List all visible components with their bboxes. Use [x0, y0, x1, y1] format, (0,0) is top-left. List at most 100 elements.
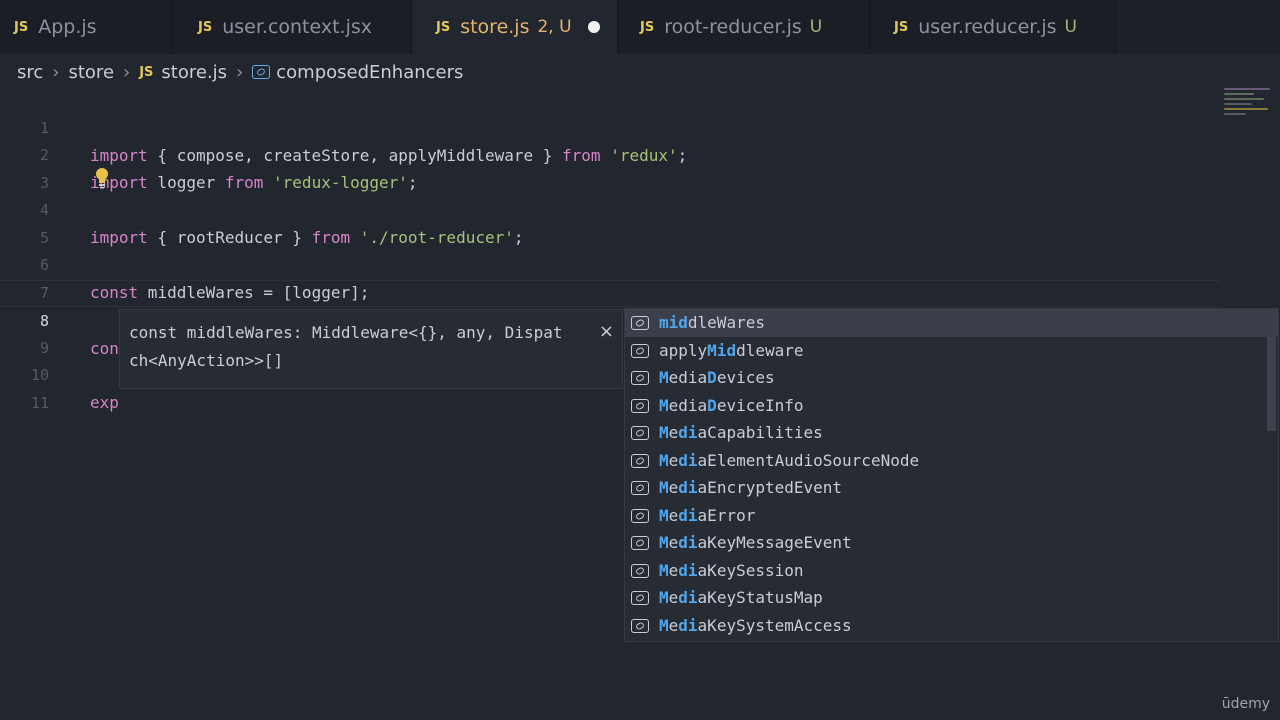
suggestion-text: e	[668, 588, 679, 607]
suggestion-match: M	[659, 588, 669, 607]
suggestion-item[interactable]: MediaError	[625, 502, 1278, 530]
keyword-token: exp	[90, 393, 119, 412]
tab-app-js[interactable]: JS App.js	[0, 0, 172, 54]
suggestion-item[interactable]: MediaElementAudioSourceNode	[625, 447, 1278, 475]
suggestion-match: di	[678, 423, 698, 442]
tab-user-reducer-js[interactable]: JS user.reducer.js U	[870, 0, 1116, 54]
suggestion-item[interactable]: MediaDeviceInfo	[625, 392, 1278, 420]
suggestion-match: M	[659, 533, 669, 552]
editor-tab-bar: JS App.js JS user.context.jsx JS store.j…	[0, 0, 1280, 54]
udemy-watermark: ūdemy	[1221, 696, 1270, 712]
tab-store-js[interactable]: JS store.js 2, U	[412, 0, 618, 54]
variable-symbol-icon	[631, 398, 649, 413]
suggestion-match: M	[659, 368, 669, 387]
suggestion-match: M	[659, 423, 669, 442]
variable-symbol-icon	[631, 618, 649, 633]
variable-symbol-icon	[631, 371, 649, 385]
tab-label: App.js	[38, 16, 97, 38]
suggestion-item[interactable]: middleWares	[625, 309, 1278, 337]
suggestion-text: e	[668, 478, 679, 497]
suggestion-text: e	[668, 560, 679, 580]
unsaved-dot-icon[interactable]	[587, 21, 600, 33]
lightbulb-icon[interactable]	[94, 167, 110, 189]
suggestion-item[interactable]: MediaKeyStatusMap	[625, 584, 1278, 612]
code-line: 2 import logger from 'redux-logger';	[0, 115, 1220, 192]
suggestion-match: M	[659, 615, 669, 635]
suggestion-text: e	[668, 533, 679, 552]
breadcrumb: src › store › JS store.js › composedEnha…	[17, 57, 463, 87]
tab-bar-empty-space	[1116, 0, 1280, 54]
suggestion-text: aKeyMessageEvent	[697, 533, 852, 552]
js-file-icon: JS	[198, 19, 213, 35]
suggestion-text: aCapabilities	[697, 423, 823, 442]
code-line: 6 const middleWares = [logger];	[0, 225, 1220, 302]
suggestion-text: edia	[668, 395, 708, 415]
tab-status: 2, U	[537, 17, 572, 37]
variable-symbol-icon	[631, 343, 649, 358]
suggestion-text: edia	[668, 368, 708, 387]
suggestion-match: mid	[659, 313, 688, 332]
suggestion-match: di	[678, 615, 698, 635]
suggestion-item[interactable]: applyMiddleware	[625, 337, 1278, 365]
code-line: 4 import { rootReducer } from './root-re…	[0, 170, 1220, 247]
tab-label: user.reducer.js	[918, 16, 1057, 38]
line-number: 11	[30, 394, 49, 412]
suggestion-text: e	[668, 450, 679, 470]
breadcrumb-symbol[interactable]: composedEnhancers	[276, 62, 463, 83]
suggestion-match: M	[659, 450, 669, 470]
breadcrumb-store[interactable]: store	[68, 62, 114, 83]
code-line-current: 8 const composedEnhancers = compose(appl…	[0, 280, 1220, 359]
tab-status: U	[809, 17, 823, 37]
suggestion-match: di	[678, 478, 698, 497]
suggestion-text: e	[668, 505, 679, 525]
hover-tooltip: const middleWares: Middleware<{}, any, D…	[119, 309, 623, 389]
suggestion-text: dleware	[736, 340, 804, 360]
chevron-right-icon: ›	[236, 61, 244, 83]
tooltip-signature-line: ch<AnyAction>>[]	[129, 351, 284, 370]
suggestion-text: eviceInfo	[716, 395, 804, 415]
variable-symbol-icon	[252, 65, 271, 79]
variable-symbol-icon	[631, 591, 649, 605]
suggestion-item[interactable]: MediaCapabilities	[625, 419, 1278, 447]
tab-root-reducer-js[interactable]: JS root-reducer.js U	[618, 0, 870, 54]
autocomplete-suggest-list[interactable]: middleWares applyMiddleware MediaDevices…	[624, 308, 1279, 642]
chevron-right-icon: ›	[123, 61, 131, 83]
tab-status: U	[1064, 17, 1077, 37]
suggestion-text: e	[668, 615, 679, 635]
suggestion-match: di	[678, 560, 698, 580]
suggestion-text: aError	[697, 505, 756, 525]
tab-user-context-jsx[interactable]: JS user.context.jsx	[172, 0, 412, 54]
js-file-icon: JS	[640, 19, 655, 35]
breadcrumb-file[interactable]: store.js	[161, 62, 227, 83]
js-file-icon: JS	[436, 19, 451, 35]
suggestion-item[interactable]: MediaKeySystemAccess	[625, 612, 1278, 640]
variable-symbol-icon	[631, 316, 649, 330]
tooltip-signature-line: const middleWares: Middleware<{}, any, D…	[129, 323, 563, 342]
suggestion-text: e	[668, 423, 679, 442]
chevron-right-icon: ›	[52, 61, 60, 83]
variable-symbol-icon	[631, 426, 649, 440]
suggestion-text: aKeySession	[697, 560, 804, 580]
code-line: 3	[0, 143, 1220, 192]
suggestion-item[interactable]: MediaEncryptedEvent	[625, 474, 1278, 502]
js-file-icon: JS	[894, 19, 909, 35]
suggestion-match: di	[678, 505, 698, 525]
breadcrumb-src[interactable]: src	[17, 62, 43, 83]
variable-symbol-icon	[631, 453, 649, 468]
suggestion-match: M	[659, 395, 669, 415]
code-text: exp	[90, 389, 119, 416]
suggestion-match: Mid	[707, 340, 737, 360]
suggestion-match: D	[707, 368, 717, 387]
suggestion-match: M	[659, 560, 669, 580]
tab-label: user.context.jsx	[222, 16, 373, 38]
suggestion-text: aKeyStatusMap	[697, 588, 823, 607]
suggestion-match: D	[707, 395, 717, 415]
suggestion-match: M	[659, 478, 669, 497]
variable-symbol-icon	[631, 536, 649, 550]
variable-symbol-icon	[631, 508, 649, 523]
suggestion-item[interactable]: MediaKeyMessageEvent	[625, 529, 1278, 557]
suggestion-item[interactable]: MediaDevices	[625, 364, 1278, 392]
tab-label: root-reducer.js	[664, 16, 802, 38]
suggestion-item[interactable]: MediaKeySession	[625, 557, 1278, 585]
close-icon[interactable]: ×	[599, 318, 614, 346]
